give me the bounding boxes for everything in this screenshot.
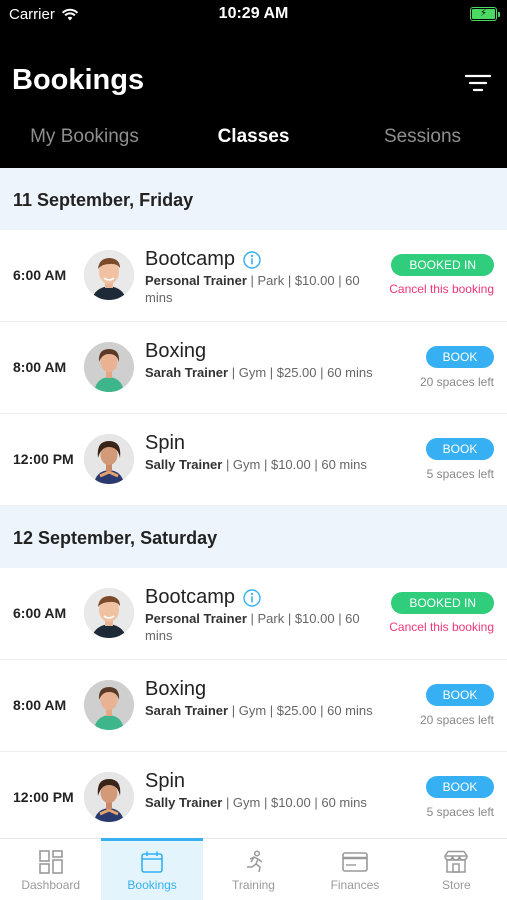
class-time: 12:00 PM: [13, 789, 74, 805]
running-icon: [246, 850, 262, 873]
class-info: Bootcamp Personal Trainer | Park | $10.0…: [145, 248, 375, 306]
day-header: 11 September, Friday: [0, 168, 507, 230]
trainer-avatar: [84, 772, 134, 822]
status-bar: Carrier 10:29 AM ⚡: [0, 0, 507, 30]
nav-label: Bookings: [127, 878, 177, 892]
class-row[interactable]: 6:00 AM Bootcamp Personal Trainer | Park…: [0, 568, 507, 660]
class-row[interactable]: 8:00 AM Boxing Sarah Trainer | Gym | $25…: [0, 322, 507, 414]
class-action: BOOKED IN Cancel this booking: [389, 254, 494, 296]
class-info: Boxing Sarah Trainer | Gym | $25.00 | 60…: [145, 340, 375, 381]
class-name: Boxing: [145, 340, 207, 362]
trainer-name: Personal Trainer: [145, 273, 247, 288]
trainer-name: Sally Trainer: [145, 795, 223, 810]
class-row[interactable]: 12:00 PM Spin Sally Trainer | Gym | $10.…: [0, 752, 507, 838]
class-row[interactable]: 6:00 AM Bootcamp Personal Trainer | Park…: [0, 230, 507, 322]
class-action: BOOK 5 spaces left: [426, 776, 494, 819]
credit-card-icon: [342, 852, 368, 872]
class-action: BOOK 5 spaces left: [426, 438, 494, 481]
book-button[interactable]: BOOK: [426, 346, 494, 368]
status-time: 10:29 AM: [218, 5, 289, 22]
class-info: Spin Sally Trainer | Gym | $10.00 | 60 m…: [145, 770, 375, 811]
dashboard-icon: [38, 850, 63, 874]
book-button[interactable]: BOOK: [426, 438, 494, 460]
trainer-avatar: [84, 588, 134, 638]
trainer-avatar: [84, 342, 134, 392]
class-meta: | Gym | $25.00 | 60 mins: [228, 365, 373, 380]
nav-bookings[interactable]: Bookings: [101, 838, 204, 900]
class-time: 6:00 AM: [13, 267, 67, 283]
trainer-name: Sarah Trainer: [145, 365, 229, 380]
class-details: Personal Trainer | Park | $10.00 | 60 mi…: [145, 272, 375, 306]
booked-in-button[interactable]: BOOKED IN: [391, 254, 494, 276]
filter-icon: [464, 74, 492, 92]
nav-store[interactable]: Store: [406, 839, 507, 900]
class-action: BOOK 20 spaces left: [420, 684, 494, 727]
bottom-nav: Dashboard Bookings Training Finances Sto…: [0, 838, 507, 900]
cancel-booking-link[interactable]: Cancel this booking: [389, 620, 494, 634]
class-action: BOOK 20 spaces left: [420, 346, 494, 389]
nav-label: Store: [441, 878, 471, 892]
class-meta: | Gym | $10.00 | 60 mins: [222, 795, 367, 810]
class-row[interactable]: 12:00 PM Spin Sally Trainer | Gym | $10.…: [0, 414, 507, 506]
nav-dashboard[interactable]: Dashboard: [0, 839, 101, 900]
booked-in-button[interactable]: BOOKED IN: [391, 592, 494, 614]
book-button[interactable]: BOOK: [426, 776, 494, 798]
book-button[interactable]: BOOK: [426, 684, 494, 706]
nav-label: Finances: [330, 878, 380, 892]
class-info: Bootcamp Personal Trainer | Park | $10.0…: [145, 586, 375, 644]
tab-sessions[interactable]: Sessions: [338, 118, 507, 158]
class-details: Sarah Trainer | Gym | $25.00 | 60 mins: [145, 702, 375, 719]
tab-bar: My Bookings Classes Sessions: [0, 118, 507, 158]
tab-my-bookings[interactable]: My Bookings: [0, 118, 169, 158]
nav-finances[interactable]: Finances: [304, 839, 405, 900]
spaces-left-label: 5 spaces left: [426, 467, 494, 481]
tab-classes[interactable]: Classes: [169, 118, 338, 158]
nav-label: Dashboard: [21, 878, 81, 892]
class-details: Sarah Trainer | Gym | $25.00 | 60 mins: [145, 364, 375, 381]
nav-label: Training: [232, 878, 275, 892]
trainer-avatar: [84, 680, 134, 730]
trainer-name: Sally Trainer: [145, 457, 223, 472]
day-header: 12 September, Saturday: [0, 506, 507, 568]
spaces-left-label: 20 spaces left: [419, 713, 494, 727]
class-time: 8:00 AM: [13, 359, 67, 375]
filter-button[interactable]: [462, 70, 494, 96]
calendar-icon: [141, 851, 163, 873]
class-name: Bootcamp: [145, 248, 236, 270]
class-name: Spin: [145, 770, 186, 792]
class-details: Sally Trainer | Gym | $10.00 | 60 mins: [145, 456, 375, 473]
page-title: Bookings: [12, 64, 145, 96]
trainer-name: Personal Trainer: [145, 611, 247, 626]
class-meta: | Gym | $10.00 | 60 mins: [222, 457, 367, 472]
class-time: 6:00 AM: [13, 605, 67, 621]
spaces-left-label: 5 spaces left: [426, 805, 494, 819]
info-icon[interactable]: [243, 250, 261, 269]
class-info: Spin Sally Trainer | Gym | $10.00 | 60 m…: [145, 432, 375, 473]
info-icon[interactable]: [243, 588, 261, 607]
spaces-left-label: 20 spaces left: [419, 375, 494, 389]
class-list[interactable]: 11 September, Friday 6:00 AM Bootcamp Pe…: [0, 168, 507, 838]
battery-icon: ⚡: [470, 7, 500, 21]
class-row[interactable]: 8:00 AM Boxing Sarah Trainer | Gym | $25…: [0, 660, 507, 752]
class-details: Personal Trainer | Park | $10.00 | 60 mi…: [145, 610, 375, 644]
store-icon: [444, 850, 469, 873]
trainer-avatar: [84, 434, 134, 484]
class-action: BOOKED IN Cancel this booking: [389, 592, 494, 634]
cancel-booking-link[interactable]: Cancel this booking: [389, 282, 494, 296]
app-header: Carrier 10:29 AM ⚡ Bookings My Bookings …: [0, 0, 507, 168]
class-name: Bootcamp: [145, 586, 236, 608]
class-info: Boxing Sarah Trainer | Gym | $25.00 | 60…: [145, 678, 375, 719]
trainer-name: Sarah Trainer: [145, 703, 229, 718]
class-name: Spin: [145, 432, 186, 454]
trainer-avatar: [84, 250, 134, 300]
class-meta: | Gym | $25.00 | 60 mins: [228, 703, 373, 718]
nav-training[interactable]: Training: [203, 839, 304, 900]
class-time: 8:00 AM: [13, 697, 67, 713]
class-details: Sally Trainer | Gym | $10.00 | 60 mins: [145, 794, 375, 811]
class-time: 12:00 PM: [13, 451, 74, 467]
class-name: Boxing: [145, 678, 207, 700]
